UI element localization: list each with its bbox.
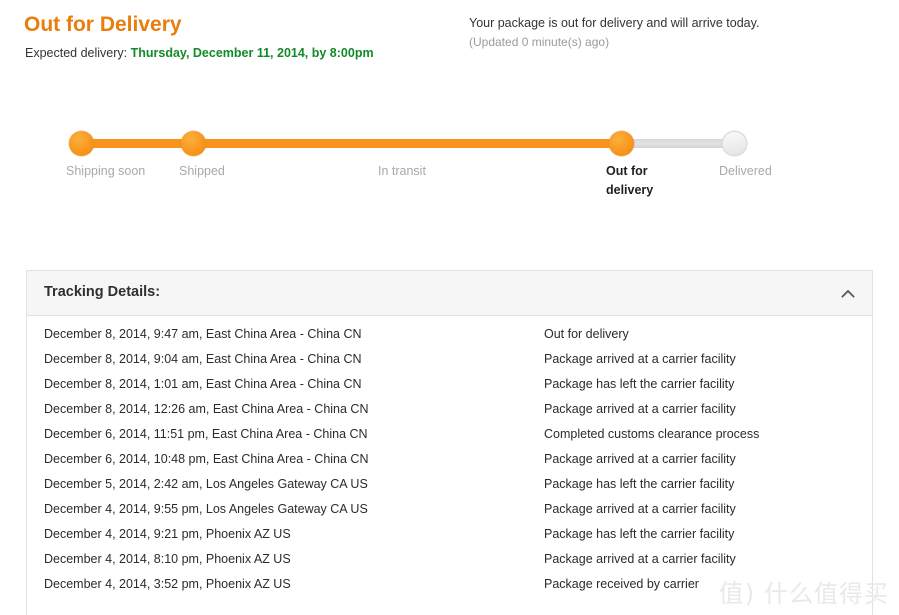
delivery-progress-tracker: Shipping soon Shipped In transit Out for…	[0, 120, 899, 230]
site-watermark: 值) 什么值得买	[719, 574, 889, 610]
progress-label-shipping-soon: Shipping soon	[66, 164, 146, 178]
tracking-detail-what: Package has left the carrier facility	[544, 527, 735, 541]
watermark-mark: 值)	[718, 579, 756, 608]
tracking-detail-when: December 4, 2014, 8:10 pm, Phoenix AZ US	[44, 552, 291, 566]
tracking-detail-when: December 8, 2014, 12:26 am, East China A…	[44, 402, 369, 416]
chevron-up-icon[interactable]	[837, 283, 859, 305]
progress-node-delivered[interactable]	[722, 131, 747, 156]
expected-delivery: Expected delivery: Thursday, December 11…	[25, 46, 374, 60]
tracking-detail-when: December 8, 2014, 9:04 am, East China Ar…	[44, 352, 362, 366]
progress-label-in-transit: In transit	[378, 164, 426, 178]
status-summary-text: Your package is out for delivery and wil…	[469, 16, 760, 30]
tracking-detail-row: December 8, 2014, 9:47 am, East China Ar…	[27, 327, 872, 352]
tracking-detail-what: Package received by carrier	[544, 577, 699, 591]
tracking-detail-row: December 5, 2014, 2:42 am, Los Angeles G…	[27, 477, 872, 502]
progress-node-shipping-soon[interactable]	[69, 131, 94, 156]
tracking-detail-what: Out for delivery	[544, 327, 629, 341]
progress-bar-remaining	[618, 139, 738, 148]
tracking-detail-row: December 8, 2014, 12:26 am, East China A…	[27, 402, 872, 427]
tracking-detail-row: December 4, 2014, 9:55 pm, Los Angeles G…	[27, 502, 872, 527]
tracking-detail-what: Package has left the carrier facility	[544, 477, 735, 491]
progress-label-delivered: Delivered	[719, 164, 772, 178]
tracking-detail-what: Package arrived at a carrier facility	[544, 552, 736, 566]
tracking-detail-what: Package arrived at a carrier facility	[544, 452, 736, 466]
tracking-detail-what: Package has left the carrier facility	[544, 377, 735, 391]
tracking-detail-row: December 8, 2014, 1:01 am, East China Ar…	[27, 377, 872, 402]
tracking-detail-when: December 6, 2014, 11:51 pm, East China A…	[44, 427, 368, 441]
tracking-details-list: December 8, 2014, 9:47 am, East China Ar…	[27, 316, 872, 602]
tracking-detail-row: December 4, 2014, 9:21 pm, Phoenix AZ US…	[27, 527, 872, 552]
tracking-detail-what: Package arrived at a carrier facility	[544, 402, 736, 416]
tracking-detail-when: December 5, 2014, 2:42 am, Los Angeles G…	[44, 477, 368, 491]
tracking-detail-when: December 4, 2014, 3:52 pm, Phoenix AZ US	[44, 577, 291, 591]
expected-delivery-date: Thursday, December 11, 2014, by 8:00pm	[130, 46, 374, 60]
tracking-detail-what: Package arrived at a carrier facility	[544, 502, 736, 516]
tracking-details-title: Tracking Details:	[44, 284, 161, 300]
last-updated-text: (Updated 0 minute(s) ago)	[469, 35, 610, 49]
progress-node-shipped[interactable]	[181, 131, 206, 156]
progress-label-shipped: Shipped	[179, 164, 225, 178]
tracking-detail-when: December 4, 2014, 9:55 pm, Los Angeles G…	[44, 502, 368, 516]
tracking-details-panel: Tracking Details: December 8, 2014, 9:47…	[26, 270, 873, 615]
tracking-detail-row: December 8, 2014, 9:04 am, East China Ar…	[27, 352, 872, 377]
progress-bar-completed	[70, 139, 622, 148]
tracking-detail-what: Package arrived at a carrier facility	[544, 352, 736, 366]
tracking-detail-what: Completed customs clearance process	[544, 427, 760, 441]
tracking-detail-when: December 6, 2014, 10:48 pm, East China A…	[44, 452, 369, 466]
tracking-detail-when: December 4, 2014, 9:21 pm, Phoenix AZ US	[44, 527, 291, 541]
tracking-detail-when: December 8, 2014, 1:01 am, East China Ar…	[44, 377, 362, 391]
tracking-details-header[interactable]: Tracking Details:	[27, 271, 872, 316]
expected-delivery-label: Expected delivery:	[25, 46, 128, 60]
progress-node-out-for-delivery[interactable]	[609, 131, 634, 156]
progress-label-out-for-delivery: Out for delivery	[606, 164, 654, 197]
page-title: Out for Delivery	[24, 13, 182, 36]
tracking-detail-row: December 6, 2014, 10:48 pm, East China A…	[27, 452, 872, 477]
watermark-text: 什么值得买	[764, 580, 889, 608]
tracking-detail-row: December 6, 2014, 11:51 pm, East China A…	[27, 427, 872, 452]
tracking-detail-when: December 8, 2014, 9:47 am, East China Ar…	[44, 327, 362, 341]
delivery-tracking-page: Out for Delivery Expected delivery: Thur…	[0, 0, 899, 615]
